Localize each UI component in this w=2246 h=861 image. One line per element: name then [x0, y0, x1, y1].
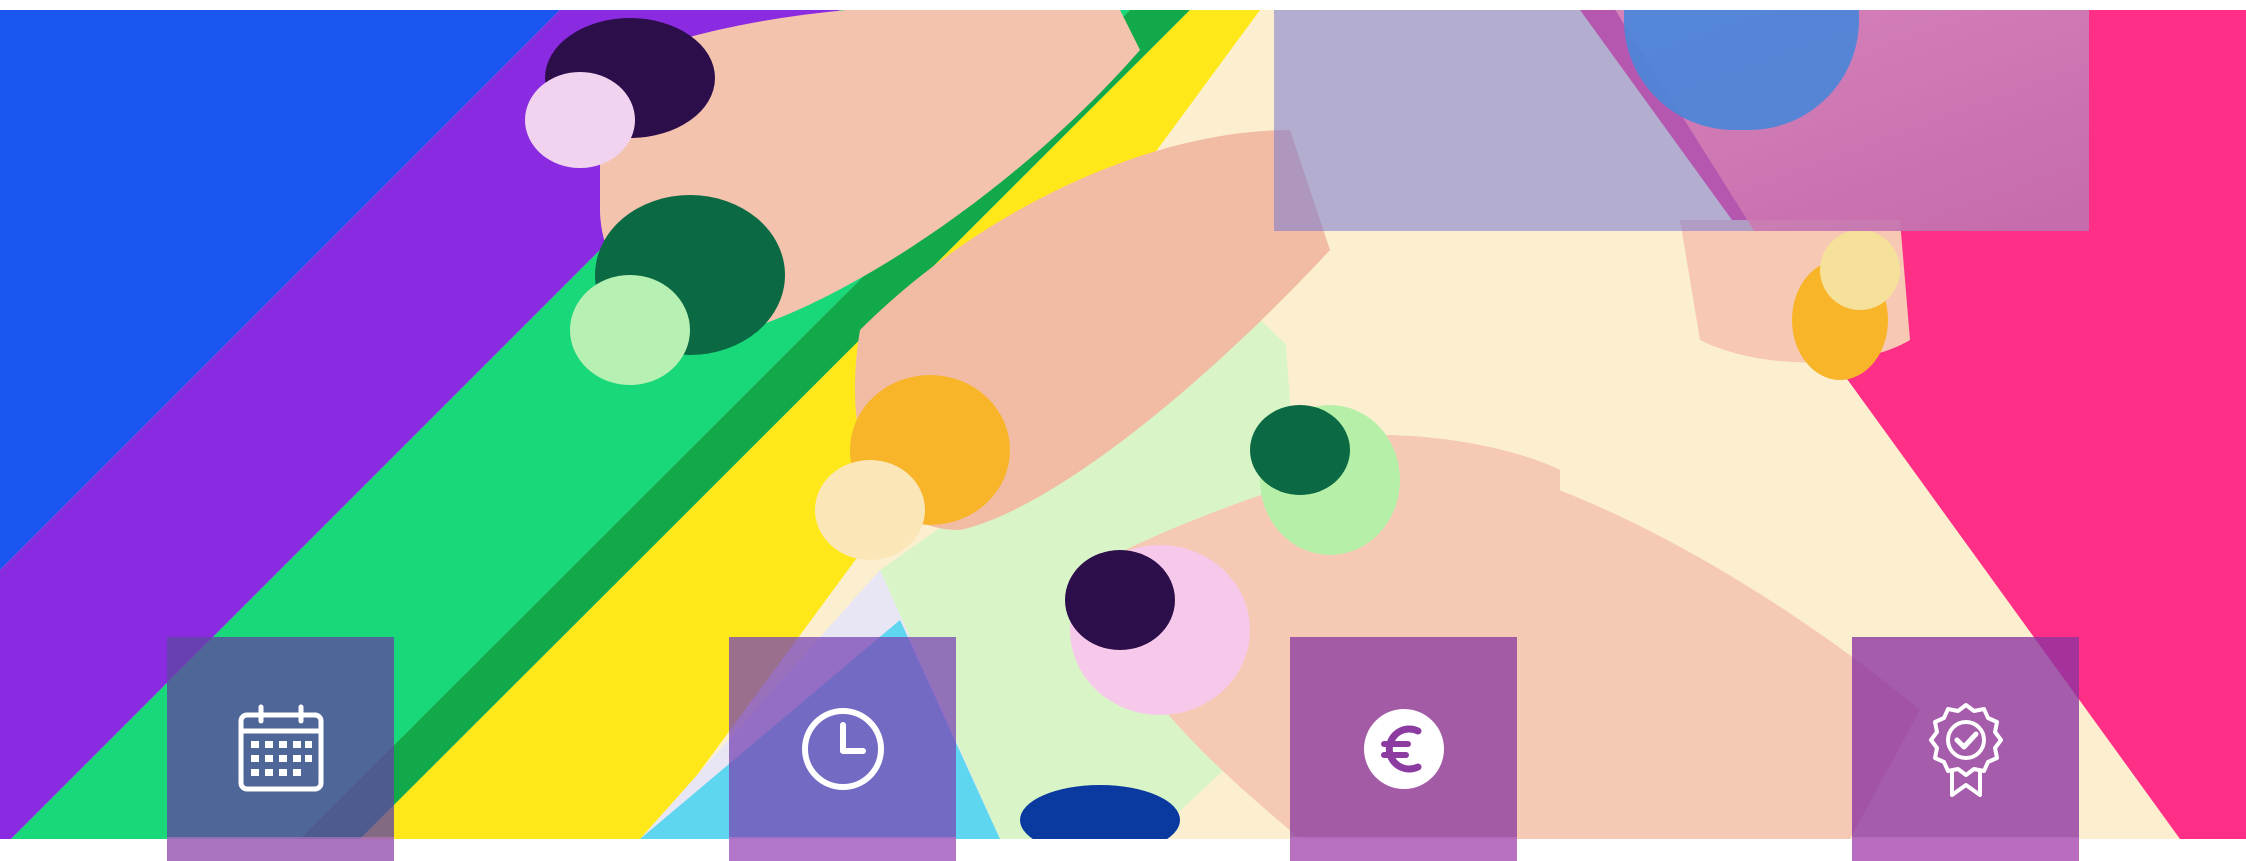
feature-tile-clock[interactable]	[729, 637, 956, 861]
tile-bottom-strip	[1290, 837, 1517, 861]
feature-tile-calendar[interactable]	[167, 637, 394, 861]
clock-icon	[801, 708, 884, 790]
tile-bottom-strip	[729, 837, 956, 861]
award-badge-icon	[1928, 703, 2003, 797]
tile-bottom-strip	[1852, 837, 2079, 861]
feature-tile-award[interactable]	[1852, 637, 2079, 861]
hero-overlay-panel	[1274, 10, 2089, 231]
feature-tile-euro[interactable]	[1290, 637, 1517, 861]
tile-bottom-strip	[167, 837, 394, 861]
calendar-icon	[238, 704, 323, 792]
euro-icon	[1363, 709, 1444, 789]
